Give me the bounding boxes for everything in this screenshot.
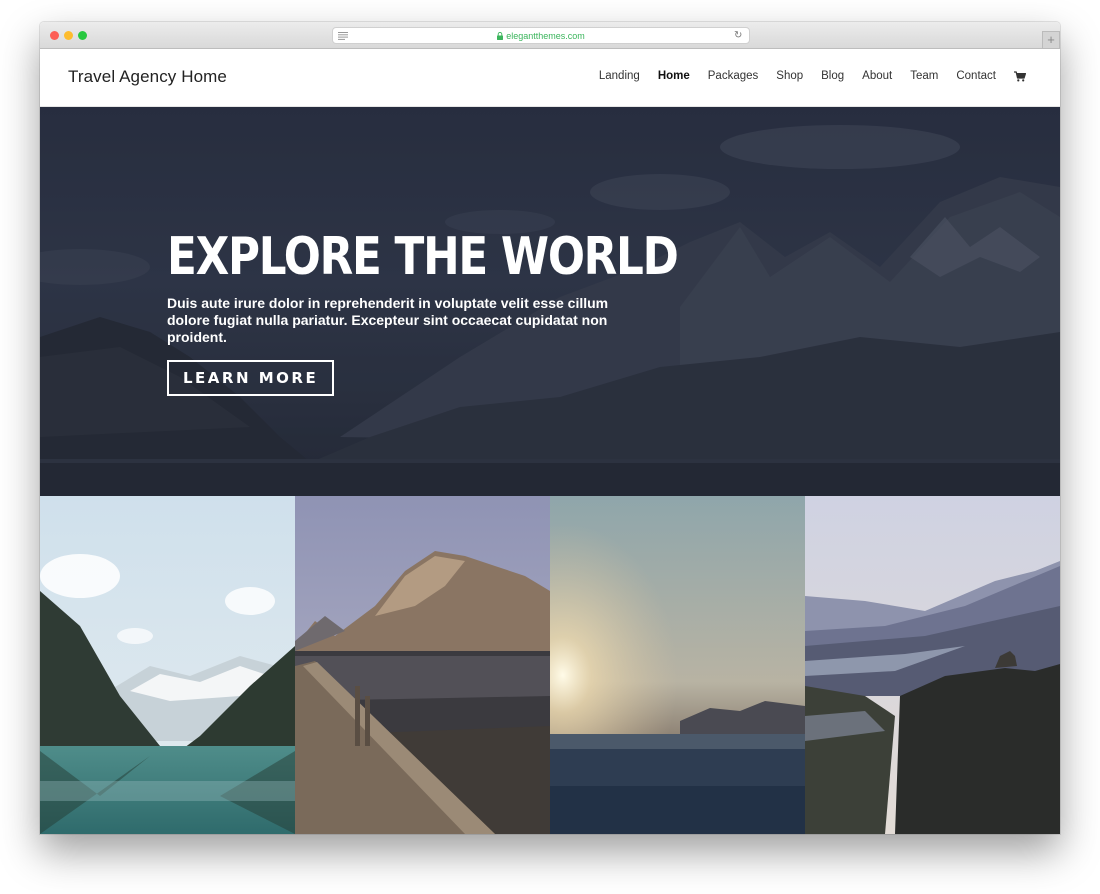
nav-item-contact[interactable]: Contact — [956, 70, 996, 82]
hero-title: EXPLORE THE WORLD — [167, 227, 679, 287]
gallery-photo-1 — [40, 496, 295, 834]
gallery-image-river-gorge[interactable] — [805, 496, 1060, 834]
nav-item-blog[interactable]: Blog — [821, 70, 844, 82]
nav-item-home[interactable]: Home — [658, 70, 690, 82]
gallery-photo-4 — [805, 496, 1060, 834]
gallery-image-dock-lake[interactable] — [295, 496, 550, 834]
nav-item-landing[interactable]: Landing — [599, 70, 640, 82]
zoom-window-icon[interactable] — [78, 31, 87, 40]
gallery-image-lake-mountains[interactable] — [40, 496, 295, 834]
close-window-icon[interactable] — [50, 31, 59, 40]
hero-section: EXPLORE THE WORLD Duis aute irure dolor … — [40, 107, 1060, 496]
hero-content: EXPLORE THE WORLD Duis aute irure dolor … — [167, 227, 687, 396]
nav-item-packages[interactable]: Packages — [708, 70, 759, 82]
site-header: Travel Agency Home Landing Home Packages… — [40, 49, 1060, 107]
main-navigation: Landing Home Packages Shop Blog About Te… — [581, 70, 1026, 82]
url-text: elegantthemes.com — [506, 30, 585, 41]
browser-window: elegantthemes.com ↻ + Travel Agency Home… — [40, 22, 1060, 834]
address-bar[interactable]: elegantthemes.com ↻ — [332, 27, 750, 44]
reader-view-icon[interactable] — [338, 32, 348, 40]
browser-toolbar: elegantthemes.com ↻ + — [40, 22, 1060, 49]
site-logo[interactable]: Travel Agency Home — [68, 67, 227, 87]
hero-description: Duis aute irure dolor in reprehenderit i… — [167, 295, 609, 345]
nav-item-team[interactable]: Team — [910, 70, 938, 82]
minimize-window-icon[interactable] — [64, 31, 73, 40]
new-tab-button[interactable]: + — [1042, 31, 1060, 49]
photo-gallery — [40, 496, 1060, 834]
nav-item-about[interactable]: About — [862, 70, 892, 82]
gallery-image-sunset-sea[interactable] — [550, 496, 805, 834]
cart-icon[interactable] — [1014, 70, 1026, 82]
gallery-photo-3 — [550, 496, 805, 834]
lock-icon — [497, 31, 504, 40]
nav-item-shop[interactable]: Shop — [776, 70, 803, 82]
gallery-photo-2 — [295, 496, 550, 834]
reload-icon[interactable]: ↻ — [734, 30, 745, 41]
learn-more-button[interactable]: LEARN MORE — [167, 360, 335, 396]
